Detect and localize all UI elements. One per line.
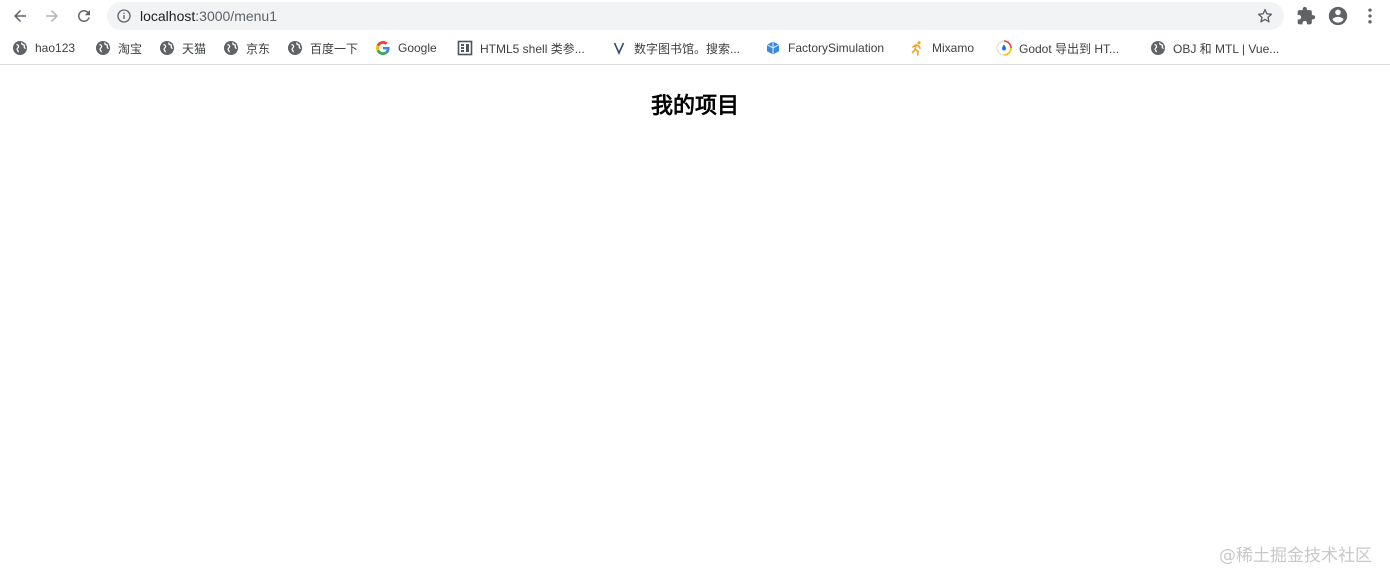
bookmark-godot[interactable]: Godot 导出到 HT...	[996, 38, 1119, 58]
url-path: :3000/menu1	[195, 8, 277, 24]
runner-icon	[909, 40, 925, 56]
google-icon	[375, 40, 391, 56]
url-text[interactable]: localhost:3000/menu1	[140, 7, 277, 25]
bookmark-label: Google	[398, 41, 437, 55]
bookmark-label: 京东	[246, 41, 271, 56]
bookmark-baidu[interactable]: 百度一下	[287, 38, 358, 58]
extensions-button[interactable]	[1295, 5, 1317, 27]
star-icon[interactable]	[1256, 7, 1274, 25]
url-host: localhost	[140, 8, 196, 24]
bookmark-label: Godot 导出到 HT...	[1019, 41, 1120, 56]
bookmark-tmall[interactable]: 天猫	[159, 38, 206, 58]
globe-icon	[223, 40, 239, 56]
bookmark-digital-library[interactable]: 数字图书馆。搜索...	[611, 38, 740, 58]
arrow-right-icon	[46, 10, 58, 22]
watermark-text: @稀土掘金技术社区	[1219, 546, 1372, 566]
bookmark-label: hao123	[35, 41, 76, 55]
bookmark-mixamo[interactable]: Mixamo	[909, 38, 974, 58]
bookmark-hao123[interactable]: hao123	[12, 38, 75, 58]
godot-icon	[996, 40, 1012, 56]
bookmark-factory-simulation[interactable]: FactorySimulation	[765, 38, 884, 58]
globe-icon	[12, 40, 28, 56]
reload-icon	[78, 9, 90, 22]
bookmark-taobao[interactable]: 淘宝	[95, 38, 142, 58]
bookmark-html5-shell[interactable]: HTML5 shell 类参...	[457, 38, 585, 58]
info-icon[interactable]	[116, 8, 132, 24]
cube-icon	[765, 40, 781, 56]
bookmark-label: 天猫	[182, 41, 207, 56]
profile-button[interactable]	[1327, 5, 1349, 27]
browser-toolbar: localhost:3000/menu1	[0, 0, 1390, 32]
globe-icon	[287, 40, 303, 56]
bookmark-google[interactable]: Google	[375, 38, 437, 58]
reload-button[interactable]	[71, 3, 97, 29]
address-bar[interactable]: localhost:3000/menu1	[107, 2, 1284, 30]
bookmark-label: OBJ 和 MTL | Vue...	[1173, 41, 1280, 56]
globe-icon	[159, 40, 175, 56]
globe-icon	[95, 40, 111, 56]
back-button[interactable]	[7, 3, 33, 29]
bookmark-jd[interactable]: 京东	[223, 38, 270, 58]
forward-button[interactable]	[39, 3, 65, 29]
globe-icon	[1150, 40, 1166, 56]
bookmarks-bar: hao123 淘宝 天猫 京东 百度一下 Google HTML5 shell …	[0, 33, 1390, 65]
puzzle-icon	[1297, 6, 1316, 25]
account-icon	[1328, 6, 1348, 26]
bookmark-label: 淘宝	[118, 41, 143, 56]
menu-button[interactable]	[1359, 5, 1381, 27]
page-title: 我的项目	[650, 94, 739, 119]
more-vert-icon	[1368, 8, 1372, 24]
bookmark-label: 百度一下	[310, 41, 359, 56]
bookmark-obj-mtl-vue[interactable]: OBJ 和 MTL | Vue...	[1150, 38, 1279, 58]
bookmark-label: FactorySimulation	[788, 41, 885, 55]
bookmark-label: HTML5 shell 类参...	[480, 41, 585, 56]
bookmark-label: Mixamo	[932, 41, 975, 55]
arrow-left-icon	[14, 10, 26, 22]
bookmark-label: 数字图书馆。搜索...	[634, 41, 741, 56]
doc-icon	[457, 40, 473, 56]
v-icon	[611, 40, 627, 56]
